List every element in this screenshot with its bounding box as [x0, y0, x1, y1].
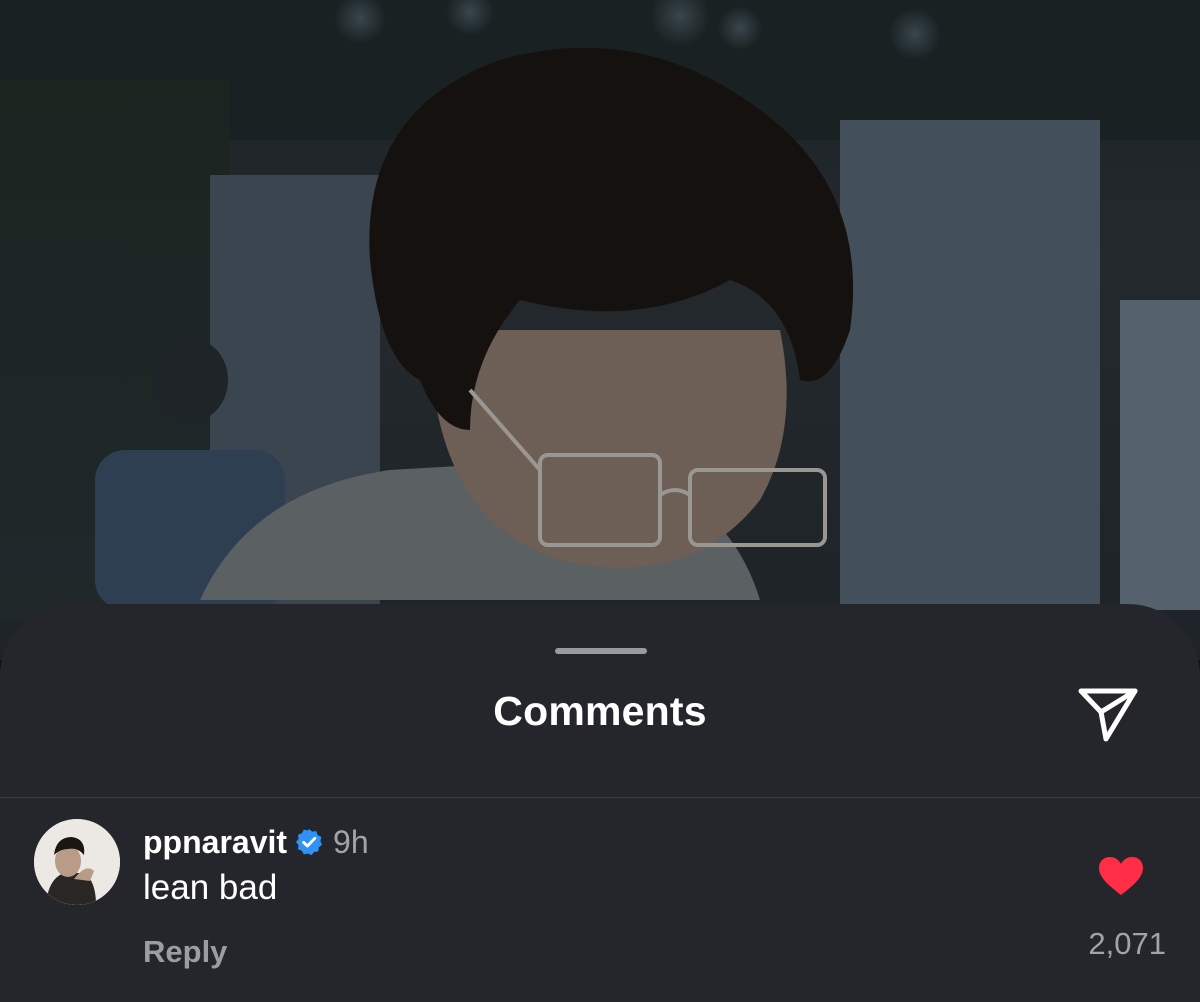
send-icon [1078, 688, 1138, 742]
comment-timestamp: 9h [333, 823, 369, 860]
comment-header: ppnaravit 9h [143, 824, 369, 860]
avatar-image [34, 819, 120, 905]
screen: Comments ppnaravit 9h lean bad Reply 2,0… [0, 0, 1200, 1002]
video-frame[interactable] [0, 0, 1200, 660]
avatar[interactable] [34, 819, 120, 905]
sheet-title: Comments [493, 688, 707, 734]
like-count: 2,071 [1088, 926, 1166, 961]
heart-filled-icon [1099, 857, 1143, 895]
video-frame-art [0, 0, 1200, 620]
comments-sheet: Comments ppnaravit 9h lean bad Reply 2,0… [0, 604, 1200, 1002]
share-button[interactable] [1074, 682, 1142, 748]
like-button[interactable] [1098, 856, 1148, 900]
comment-text: lean bad [143, 868, 278, 907]
sheet-grabber-handle[interactable] [555, 648, 647, 654]
comment-username[interactable]: ppnaravit [143, 824, 287, 861]
reply-button[interactable]: Reply [143, 934, 227, 970]
verified-badge-icon [296, 829, 323, 856]
comment-item: ppnaravit 9h lean bad Reply 2,071 [0, 798, 1200, 1002]
